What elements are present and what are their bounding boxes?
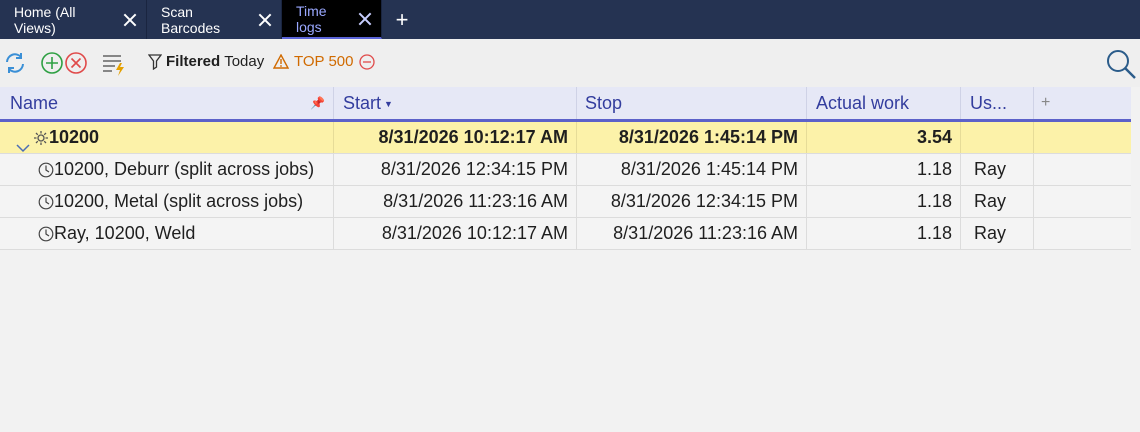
group-actual-work: 3.54	[807, 122, 961, 153]
row-stop: 8/31/2026 12:34:15 PM	[577, 186, 807, 217]
tab-label: Home (All Views)	[14, 3, 76, 36]
row-actual-work: 1.18	[807, 154, 961, 185]
filter-value: Today	[224, 53, 265, 70]
tab-scan-barcodes[interactable]: Scan Barcodes	[147, 0, 282, 39]
add-icon[interactable]	[40, 51, 64, 75]
grid-header: Name 📌 Start ▼ Stop Actual work Us... +	[0, 87, 1131, 122]
group-row[interactable]: 10200 8/31/2026 10:12:17 AM 8/31/2026 1:…	[0, 122, 1131, 154]
tab-label: Time logs	[296, 2, 327, 35]
row-start: 8/31/2026 11:23:16 AM	[334, 186, 577, 217]
group-tail-cell	[1034, 122, 1131, 153]
table-row[interactable]: 10200, Metal (split across jobs) 8/31/20…	[0, 186, 1131, 218]
gear-icon	[34, 130, 48, 145]
group-start: 8/31/2026 10:12:17 AM	[334, 122, 577, 153]
top-limit-label: TOP 500	[294, 53, 354, 70]
row-actual-work: 1.18	[807, 218, 961, 249]
filter-label: Filtered	[166, 53, 221, 70]
column-header-start[interactable]: Start ▼	[334, 87, 577, 119]
row-name-cell: 10200, Metal (split across jobs)	[0, 186, 334, 217]
filter-indicator[interactable]: Filtered Today	[148, 53, 264, 70]
row-actual-work: 1.18	[807, 186, 961, 217]
table-row[interactable]: Ray, 10200, Weld 8/31/2026 10:12:17 AM 8…	[0, 218, 1131, 250]
toolbar: Filtered Today TOP 500	[0, 39, 1140, 87]
group-name: 10200	[49, 127, 100, 147]
row-tail-cell	[1034, 186, 1131, 217]
row-start: 8/31/2026 12:34:15 PM	[334, 154, 577, 185]
column-header-actual-work[interactable]: Actual work	[807, 87, 961, 119]
close-icon[interactable]	[123, 13, 136, 27]
row-name-cell: Ray, 10200, Weld	[0, 218, 334, 249]
column-header-name[interactable]: Name	[0, 87, 334, 119]
clock-icon	[38, 162, 54, 177]
row-name: Ray, 10200, Weld	[54, 223, 196, 243]
new-tab-button[interactable]: +	[382, 0, 422, 39]
group-user	[961, 122, 1034, 153]
row-start: 8/31/2026 10:12:17 AM	[334, 218, 577, 249]
search-icon[interactable]	[1105, 48, 1137, 85]
row-stop: 8/31/2026 1:45:14 PM	[577, 154, 807, 185]
tab-home-all-views[interactable]: Home (All Views)	[0, 0, 147, 39]
group-stop: 8/31/2026 1:45:14 PM	[577, 122, 807, 153]
row-name: 10200, Deburr (split across jobs)	[54, 159, 315, 179]
row-name-cell: 10200, Deburr (split across jobs)	[0, 154, 334, 185]
row-name: 10200, Metal (split across jobs)	[54, 191, 304, 211]
group-name-cell: 10200	[0, 122, 334, 153]
sort-descending-icon: ▼	[384, 99, 393, 110]
row-stop: 8/31/2026 11:23:16 AM	[577, 218, 807, 249]
remove-limit-icon[interactable]	[358, 53, 375, 70]
row-tail-cell	[1034, 218, 1131, 249]
table-row[interactable]: 10200, Deburr (split across jobs) 8/31/2…	[0, 154, 1131, 186]
top-limit-indicator[interactable]: TOP 500	[273, 53, 375, 70]
chevron-down-icon[interactable]	[16, 132, 30, 153]
tab-label: Scan Barcodes	[161, 3, 221, 36]
tab-time-logs[interactable]: Time logs	[282, 0, 382, 39]
refresh-icon[interactable]	[3, 51, 27, 75]
add-column-button[interactable]: +	[1034, 87, 1064, 119]
close-icon[interactable]	[358, 12, 371, 26]
close-icon[interactable]	[258, 13, 271, 27]
funnel-icon	[148, 53, 162, 70]
row-tail-cell	[1034, 154, 1131, 185]
row-user: Ray	[961, 154, 1034, 185]
row-user: Ray	[961, 186, 1034, 217]
pin-icon[interactable]: 📌	[310, 96, 325, 110]
clock-icon	[38, 194, 54, 209]
clock-icon	[38, 226, 54, 241]
column-header-stop[interactable]: Stop	[577, 87, 807, 119]
row-user: Ray	[961, 218, 1034, 249]
column-header-user[interactable]: Us...	[961, 87, 1034, 119]
tab-bar: Home (All Views) Scan Barcodes Time logs…	[0, 0, 1140, 39]
quick-actions-icon[interactable]	[101, 52, 127, 76]
warning-icon	[273, 54, 289, 69]
delete-icon[interactable]	[64, 51, 88, 75]
